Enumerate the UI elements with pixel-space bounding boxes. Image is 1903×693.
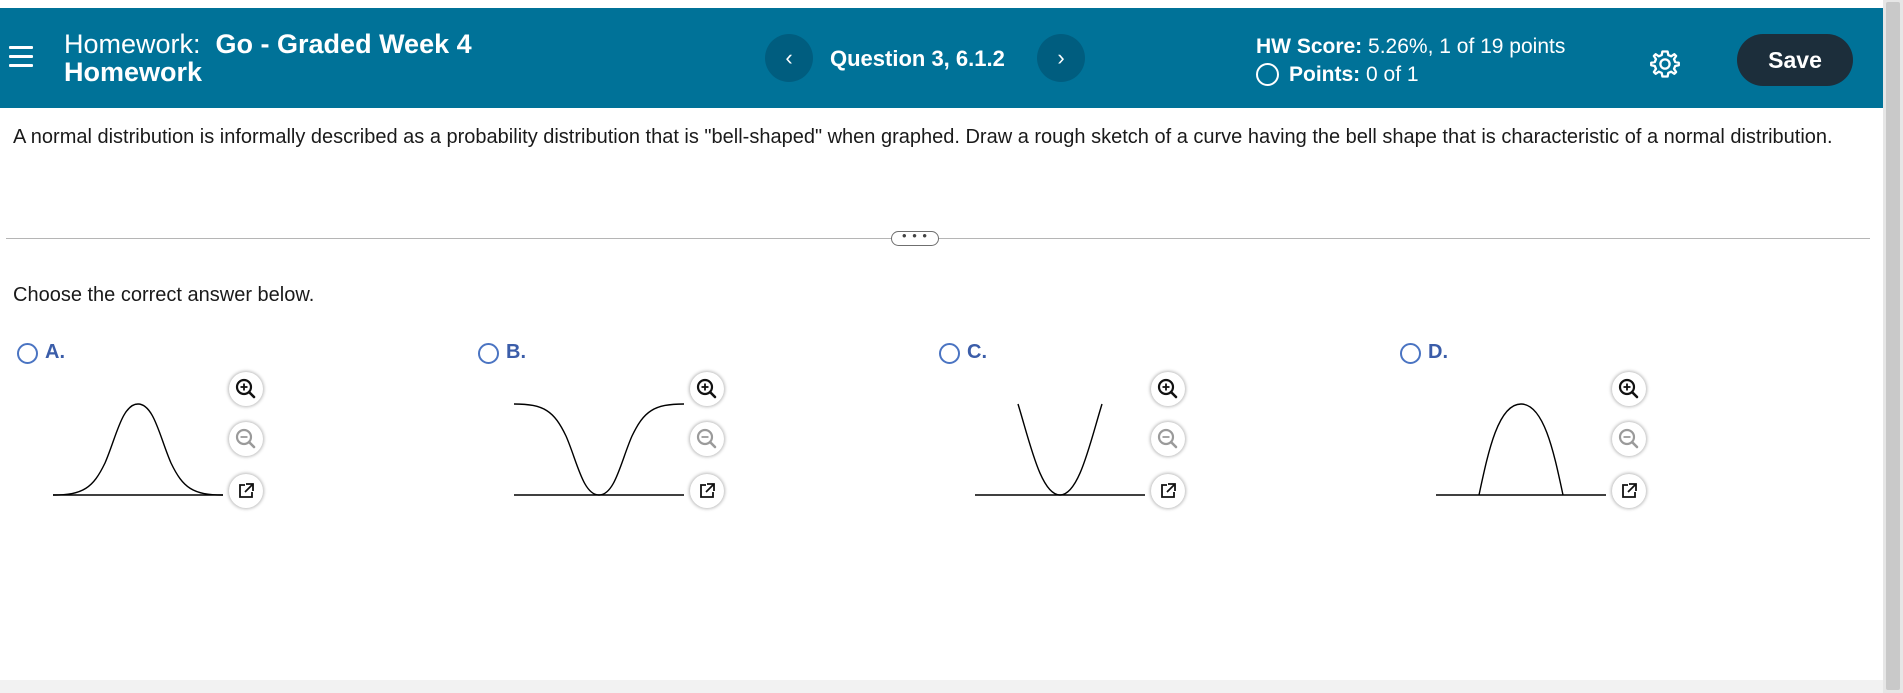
top-strip xyxy=(0,0,1883,8)
chevron-right-icon: › xyxy=(1057,45,1065,70)
instruction-text: Choose the correct answer below. xyxy=(13,284,315,306)
answer-option-b: B. xyxy=(478,340,778,510)
zoom-in-icon xyxy=(235,378,256,399)
gear-icon[interactable] xyxy=(1650,49,1680,79)
option-label-b[interactable]: B. xyxy=(506,341,526,364)
hamburger-menu-icon[interactable] xyxy=(9,46,33,68)
zoom-in-button-b[interactable] xyxy=(690,372,724,406)
zoom-in-icon xyxy=(696,378,717,399)
zoom-in-button-c[interactable] xyxy=(1151,372,1185,406)
zoom-out-button-d[interactable] xyxy=(1612,422,1646,456)
open-external-button-a[interactable] xyxy=(229,474,263,508)
next-question-button[interactable]: › xyxy=(1037,34,1085,82)
option-label-d[interactable]: D. xyxy=(1428,341,1448,364)
homework-title-name-line2: Homework xyxy=(64,57,203,87)
narrow-hump-curve-icon xyxy=(1436,403,1606,496)
homework-title-name: Go - Graded Week 4 xyxy=(215,29,472,59)
hw-score: HW Score: 5.26%, 1 of 19 points xyxy=(1256,33,1565,61)
u-curve-icon xyxy=(975,403,1145,496)
homework-title: Homework: Go - Graded Week 4 Homework xyxy=(64,30,472,86)
chevron-left-icon: ‹ xyxy=(785,45,793,70)
zoom-out-button-a[interactable] xyxy=(229,422,263,456)
open-external-button-d[interactable] xyxy=(1612,474,1646,508)
answer-option-c: C. xyxy=(939,340,1239,510)
zoom-out-icon xyxy=(696,428,717,449)
radio-button-d[interactable] xyxy=(1400,343,1421,364)
zoom-in-icon xyxy=(1157,378,1178,399)
option-label-c[interactable]: C. xyxy=(967,341,987,364)
zoom-out-button-c[interactable] xyxy=(1151,422,1185,456)
points-value: 0 of 1 xyxy=(1366,63,1419,86)
open-external-button-c[interactable] xyxy=(1151,474,1185,508)
hw-score-label: HW Score: xyxy=(1256,35,1363,58)
open-external-icon xyxy=(1622,483,1637,498)
homework-title-prefix: Homework: xyxy=(64,29,201,59)
answer-option-a: A. xyxy=(17,340,317,510)
option-label-a[interactable]: A. xyxy=(45,341,65,364)
save-button[interactable]: Save xyxy=(1737,34,1853,86)
zoom-out-icon xyxy=(1157,428,1178,449)
points-label: Points: xyxy=(1289,63,1361,86)
points: Points: 0 of 1 xyxy=(1256,61,1419,89)
radio-button-c[interactable] xyxy=(939,343,960,364)
open-external-icon xyxy=(239,483,254,498)
hw-score-value: 5.26%, 1 of 19 points xyxy=(1368,35,1566,58)
page: Homework: Go - Graded Week 4 Homework ‹ … xyxy=(0,0,1883,680)
answer-option-d: D. xyxy=(1400,340,1700,510)
zoom-out-button-b[interactable] xyxy=(690,422,724,456)
question-label: Question 3, 6.1.2 xyxy=(830,46,1005,71)
scrollbar-thumb[interactable] xyxy=(1886,2,1900,690)
header-bar: Homework: Go - Graded Week 4 Homework ‹ … xyxy=(0,8,1883,108)
open-external-icon xyxy=(700,483,715,498)
zoom-out-icon xyxy=(235,428,256,449)
zoom-in-icon xyxy=(1618,378,1639,399)
previous-question-button[interactable]: ‹ xyxy=(765,34,813,82)
bell-curve-icon xyxy=(53,403,224,496)
radio-button-a[interactable] xyxy=(17,343,38,364)
zoom-in-button-a[interactable] xyxy=(229,372,263,406)
inverted-bell-curve-icon xyxy=(514,403,685,496)
radio-button-b[interactable] xyxy=(478,343,499,364)
open-external-icon xyxy=(1161,483,1176,498)
zoom-out-icon xyxy=(1618,428,1639,449)
points-status-circle-icon xyxy=(1256,63,1279,86)
zoom-in-button-d[interactable] xyxy=(1612,372,1646,406)
open-external-button-b[interactable] xyxy=(690,474,724,508)
question-text: A normal distribution is informally desc… xyxy=(13,126,1833,148)
expand-collapse-button[interactable]: • • • xyxy=(891,229,939,246)
